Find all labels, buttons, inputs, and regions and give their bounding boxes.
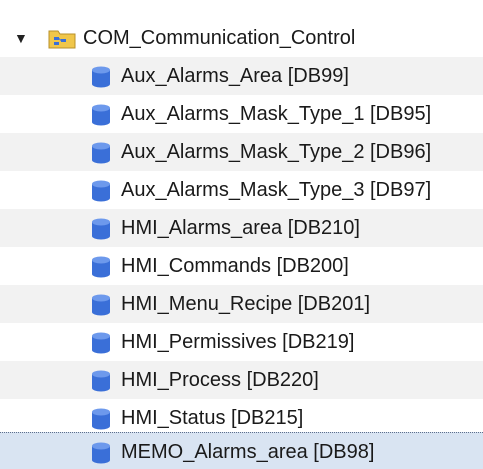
tree-item-row[interactable]: Aux_Alarms_Mask_Type_2 [DB96] (0, 133, 483, 171)
tree-item-row[interactable]: HMI_Permissives [DB219] (0, 323, 483, 361)
program-folder-icon (48, 30, 76, 49)
tree-item-label: HMI_Alarms_area [DB210] (121, 217, 360, 239)
tree-item-label: Aux_Alarms_Mask_Type_1 [DB95] (121, 103, 432, 125)
tree-item-row[interactable]: HMI_Commands [DB200] (0, 247, 483, 285)
tree-item-label: Aux_Alarms_Mask_Type_2 [DB96] (121, 141, 432, 163)
data-block-icon (92, 104, 110, 126)
tree-item-row[interactable]: HMI_Process [DB220] (0, 361, 483, 399)
tree-item-label: Aux_Alarms_Mask_Type_3 [DB97] (121, 179, 432, 201)
data-block-icon (92, 256, 110, 278)
data-block-icon (92, 218, 110, 240)
tree-item-row[interactable]: HMI_Menu_Recipe [DB201] (0, 285, 483, 323)
data-block-icon (92, 66, 110, 88)
tree-item-label: MEMO_Alarms_area [DB98] (121, 441, 375, 463)
data-block-icon (92, 442, 110, 464)
tree-item-label: HMI_Commands [DB200] (121, 255, 349, 277)
tree-item-label: Aux_Alarms_Area [DB99] (121, 65, 349, 87)
expand-triangle-icon[interactable]: ▼ (14, 19, 28, 57)
project-tree: ▼ COM_Communication_Control Aux_Alarms_A… (0, 0, 483, 469)
data-block-icon (92, 294, 110, 316)
data-block-icon (92, 332, 110, 354)
tree-item-row-selected[interactable]: MEMO_Alarms_area [DB98] (0, 432, 483, 469)
data-block-icon (92, 180, 110, 202)
tree-item-label: HMI_Process [DB220] (121, 369, 319, 391)
tree-folder-row[interactable]: ▼ COM_Communication_Control (0, 19, 483, 57)
tree-item-row[interactable]: Aux_Alarms_Area [DB99] (0, 57, 483, 95)
data-block-icon (92, 408, 110, 430)
tree-item-label: HMI_Menu_Recipe [DB201] (121, 293, 371, 315)
tree-item-row[interactable]: HMI_Alarms_area [DB210] (0, 209, 483, 247)
tree-item-label: HMI_Permissives [DB219] (121, 331, 355, 353)
tree-item-row[interactable]: Aux_Alarms_Mask_Type_3 [DB97] (0, 171, 483, 209)
data-block-icon (92, 142, 110, 164)
tree-folder-label: COM_Communication_Control (83, 27, 356, 49)
data-block-icon (92, 370, 110, 392)
tree-item-row[interactable]: Aux_Alarms_Mask_Type_1 [DB95] (0, 95, 483, 133)
